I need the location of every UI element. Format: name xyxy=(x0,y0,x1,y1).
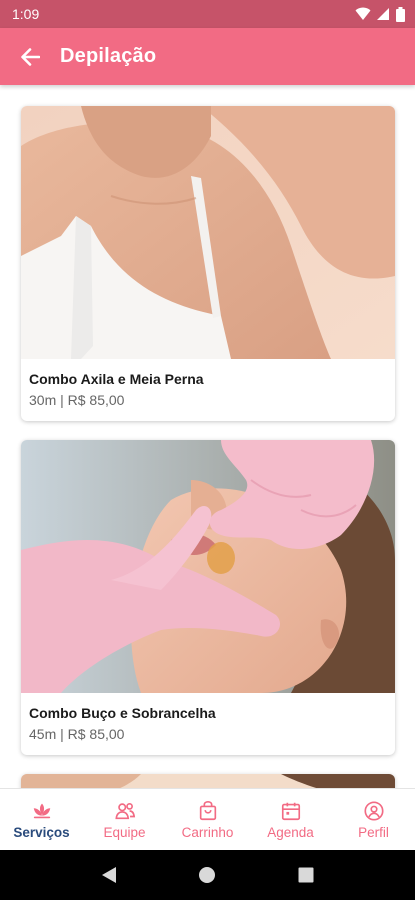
battery-icon xyxy=(396,6,405,22)
service-image xyxy=(21,774,395,788)
triangle-back-icon xyxy=(102,867,117,883)
service-card[interactable] xyxy=(21,774,395,788)
square-recents-icon xyxy=(298,867,314,883)
arrow-left-icon xyxy=(21,47,40,66)
service-card[interactable]: Combo Buço e Sobrancelha 45m | R$ 85,00 xyxy=(21,440,395,755)
nav-item-carrinho[interactable]: Carrinho xyxy=(166,789,249,850)
shopping-bag-icon xyxy=(199,800,216,820)
lotus-icon xyxy=(33,803,50,818)
services-list[interactable]: Combo Axila e Meia Perna 30m | R$ 85,00 xyxy=(0,85,415,788)
page-title: Depilação xyxy=(60,45,157,67)
app-bar: Depilação xyxy=(0,28,415,85)
nav-item-equipe[interactable]: Equipe xyxy=(83,789,166,850)
service-details: 30m | R$ 85,00 xyxy=(29,392,125,408)
system-navigation-bar xyxy=(0,850,415,900)
status-time: 1:09 xyxy=(12,6,40,22)
nav-label: Carrinho xyxy=(181,824,234,840)
service-card[interactable]: Combo Axila e Meia Perna 30m | R$ 85,00 xyxy=(21,106,395,421)
signal-icon xyxy=(377,8,389,20)
back-button[interactable] xyxy=(0,28,60,85)
service-image xyxy=(21,106,395,359)
calendar-icon xyxy=(281,802,300,820)
nav-label: Perfil xyxy=(358,824,389,840)
status-bar: 1:09 xyxy=(0,0,415,28)
status-icons xyxy=(355,6,405,22)
service-name: Combo Axila e Meia Perna xyxy=(29,371,204,387)
bottom-navigation: Serviços Equipe Carrinho Agenda Perfil xyxy=(0,788,415,850)
nav-label: Agenda xyxy=(267,824,314,840)
nav-item-perfil[interactable]: Perfil xyxy=(332,789,415,850)
wifi-icon xyxy=(355,7,371,20)
team-icon xyxy=(114,802,135,819)
circle-home-icon xyxy=(199,867,216,883)
system-back-button[interactable] xyxy=(94,860,124,890)
system-recents-button[interactable] xyxy=(291,860,321,890)
system-home-button[interactable] xyxy=(192,860,222,890)
nav-label: Equipe xyxy=(103,824,146,840)
profile-icon xyxy=(363,800,384,821)
nav-item-servicos[interactable]: Serviços xyxy=(0,789,83,850)
nav-label: Serviços xyxy=(13,824,70,840)
service-details: 45m | R$ 85,00 xyxy=(29,726,125,742)
service-image xyxy=(21,440,395,693)
nav-item-agenda[interactable]: Agenda xyxy=(249,789,332,850)
service-name: Combo Buço e Sobrancelha xyxy=(29,705,216,721)
